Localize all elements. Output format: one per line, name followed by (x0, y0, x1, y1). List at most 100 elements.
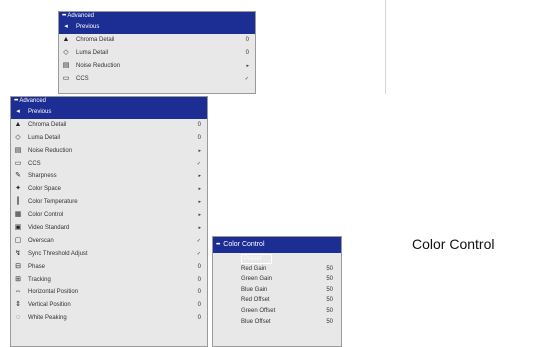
menu-item-label: CCS (76, 76, 89, 82)
menu-item-overscan[interactable]: ▢ Overscan ✓ (11, 235, 207, 248)
menu-item-label: Overscan (28, 237, 54, 244)
menu-item-label: Previous (76, 24, 100, 30)
noise-icon: ▤ (62, 62, 70, 69)
sharpness-icon: ✎ (15, 172, 21, 180)
submenu-arrow-icon: ▸ (198, 147, 201, 154)
menu-title: Advanced (67, 13, 94, 19)
menu-item-label: Tracking (28, 276, 51, 283)
cc-item-red-offset[interactable]: Red Offset 50 (213, 295, 341, 306)
menu-item-luma-detail[interactable]: ◇ Luma Detail 0 (11, 132, 207, 145)
menu-item-value: 0 (197, 263, 201, 270)
menu-dots-icon: ••• (14, 98, 18, 104)
menu-item-vertical-position[interactable]: ⇕ Vertical Position 0 (11, 299, 207, 312)
menu-item-chroma-detail[interactable]: ▲ Chroma Detail 0 (59, 34, 255, 47)
checkbox-icon[interactable]: ✓ (197, 158, 201, 171)
checkbox-icon[interactable]: ✓ (197, 235, 201, 248)
menu-item-value: 0 (197, 134, 201, 141)
menu-item-label: Green Offset (241, 307, 276, 314)
horizontal-position-icon: ⇔ (14, 288, 22, 296)
menu-item-label: Vertical Position (28, 302, 71, 309)
menu-item-label: Noise Reduction (28, 147, 73, 154)
menu-item-chroma-detail[interactable]: ▲ Chroma Detail 0 (11, 119, 207, 132)
menu-item-label: Green Gain (241, 276, 273, 283)
menu-title: Color Control (223, 241, 265, 248)
menu-item-label: Video Standard (28, 225, 70, 232)
cc-item-red-gain[interactable]: Red Gain 50 (213, 264, 341, 275)
menu-item-label: Phase (28, 263, 46, 270)
back-arrow-icon: ◂ (16, 108, 20, 115)
ccs-icon: ▭ (14, 159, 22, 167)
menu-item-tracking[interactable]: ⊞ Tracking 0 (11, 274, 207, 287)
menu-item-value: 0 (245, 50, 249, 56)
menu-item-label: Color Temperature (28, 199, 78, 206)
menu-item-white-peaking[interactable]: ◌ White Peaking 0 (11, 312, 207, 325)
menu-item-value: 50 (326, 307, 333, 314)
menu-item-label: Red Gain (241, 265, 267, 272)
menu-item-label: CCS (28, 160, 41, 167)
cc-item-blue-offset[interactable]: Blue Offset 50 (213, 317, 341, 328)
color-control-icon: ▦ (14, 211, 22, 219)
menu-item-label: Noise Reduction (76, 63, 121, 69)
menu-title-bar: ••• Advanced (11, 97, 207, 106)
menu-item-label: Luma Detail (28, 134, 61, 141)
submenu-arrow-icon: ▸ (198, 212, 201, 219)
menu-item-previous[interactable]: ◂ Previous (11, 106, 207, 119)
submenu-arrow-icon: ▸ (198, 199, 201, 206)
menu-item-value: 0 (245, 37, 249, 43)
menu-dots-icon: ••• (62, 13, 66, 19)
menu-item-label: Blue Offset (241, 318, 271, 325)
menu-item-noise-reduction[interactable]: ▤ Noise Reduction ▸ (11, 145, 207, 158)
menu-item-ccs[interactable]: ▭ CCS ✓ (11, 158, 207, 171)
checkbox-icon[interactable]: ✓ (245, 73, 249, 86)
white-peaking-icon: ◌ (15, 314, 21, 322)
advanced-menu-main: ••• Advanced ◂ Previous ▲ Chroma Detail 0 ◇ Lum… (10, 96, 208, 347)
menu-item-value: 0 (197, 121, 201, 128)
menu-item-ccs[interactable]: ▭ CCS ✓ (59, 73, 255, 86)
menu-item-label: Color Space (28, 186, 62, 193)
menu-item-value: 0 (197, 276, 201, 283)
menu-title-bar: ••• Advanced (59, 12, 255, 21)
menu-item-sharpness[interactable]: ✎ Sharpness ▸ (11, 170, 207, 183)
menu-item-color-temperature[interactable]: ┃ Color Temperature ▸ (11, 196, 207, 209)
menu-item-label: Sharpness (28, 173, 57, 180)
figure-caption: Color Control (412, 236, 495, 252)
menu-title: Advanced (19, 98, 46, 104)
advanced-menu-small: ••• Advanced ◂ Previous ▲ Chroma Detail 0… (58, 11, 256, 94)
menu-item-value: 50 (326, 318, 333, 325)
submenu-arrow-icon: ▸ (198, 173, 201, 180)
menu-item-phase[interactable]: ⊟ Phase 0 (11, 261, 207, 274)
menu-item-video-standard[interactable]: ▣ Video Standard ▸ (11, 222, 207, 235)
menu-item-color-control[interactable]: ▦ Color Control ▸ (11, 209, 207, 222)
checkbox-icon[interactable]: ✓ (197, 248, 201, 261)
menu-item-color-space[interactable]: ✦ Color Space ▸ (11, 183, 207, 196)
separator-line (385, 0, 386, 94)
menu-item-label: White Peaking (28, 315, 67, 322)
submenu-arrow-icon: ▸ (246, 63, 249, 69)
color-control-menu: ••• Color Control Preset Red Gain 50 Green … (212, 236, 342, 347)
menu-item-sync-threshold-adjust[interactable]: ↯ Sync Threshold Adjust ✓ (11, 248, 207, 261)
cc-item-green-gain[interactable]: Green Gain 50 (213, 274, 341, 285)
vertical-position-icon: ⇕ (15, 301, 21, 309)
luma-icon: ◇ (63, 49, 69, 56)
menu-item-value: 50 (326, 286, 333, 293)
color-space-icon: ✦ (15, 185, 21, 193)
menu-item-noise-reduction[interactable]: ▤ Noise Reduction ▸ (59, 60, 255, 73)
menu-item-label: Red Offset (241, 297, 270, 304)
menu-item-value: 50 (326, 297, 333, 304)
menu-item-label: Chroma Detail (76, 37, 115, 43)
thermometer-icon: ┃ (15, 198, 21, 206)
menu-item-label: Previous (28, 109, 52, 115)
menu-item-previous[interactable]: ◂ Previous (59, 21, 255, 34)
menu-item-luma-detail[interactable]: ◇ Luma Detail 0 (59, 47, 255, 60)
menu-item-value: 0 (197, 289, 201, 296)
submenu-arrow-icon: ▸ (198, 186, 201, 193)
menu-item-label: Horizontal Position (28, 289, 79, 296)
phase-icon: ⊟ (15, 262, 21, 270)
cc-item-preset[interactable]: Preset (213, 253, 341, 264)
chroma-icon: ▲ (62, 36, 70, 43)
cc-item-blue-gain[interactable]: Blue Gain 50 (213, 285, 341, 296)
menu-title-bar: ••• Color Control (213, 237, 341, 253)
menu-item-label: Color Control (28, 212, 64, 219)
cc-item-green-offset[interactable]: Green Offset 50 (213, 306, 341, 317)
menu-item-horizontal-position[interactable]: ⇔ Horizontal Position 0 (11, 286, 207, 299)
